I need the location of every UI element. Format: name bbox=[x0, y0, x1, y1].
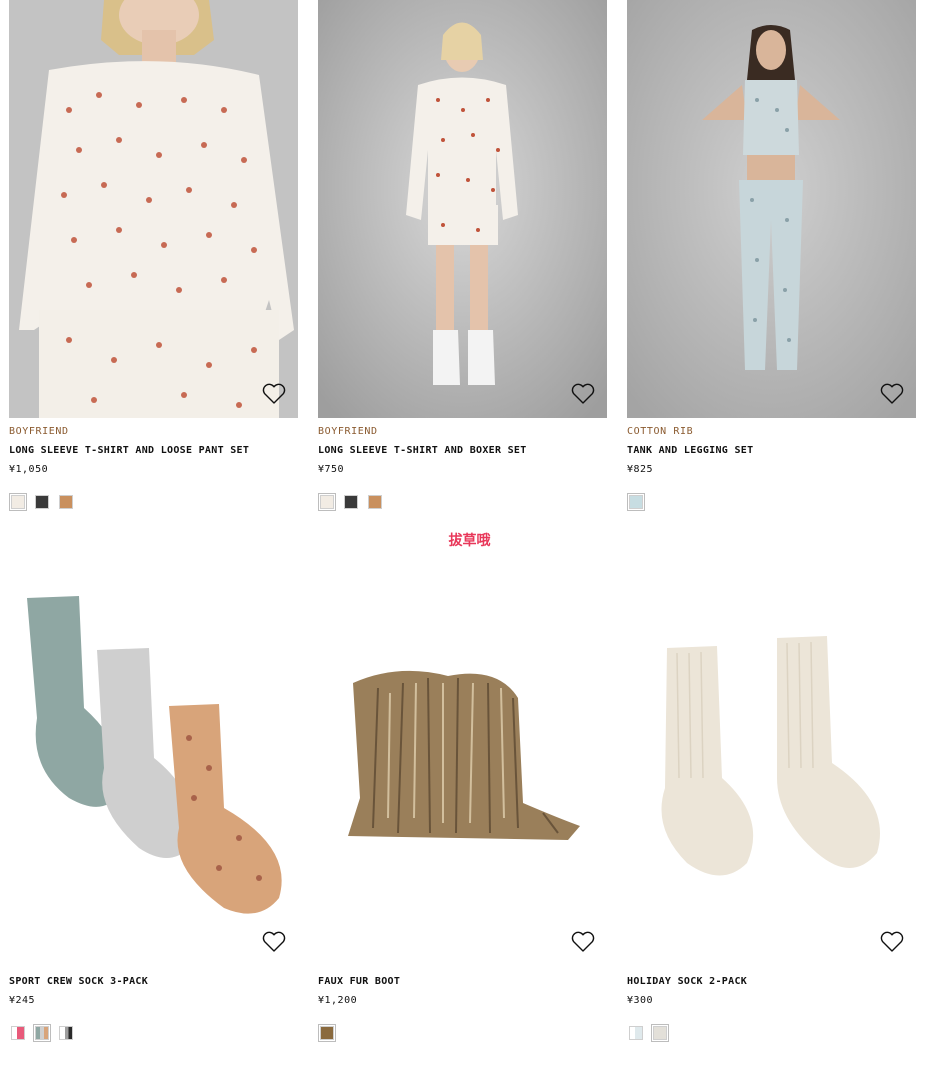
heart-icon[interactable] bbox=[261, 382, 287, 406]
product-image[interactable] bbox=[318, 0, 607, 418]
color-swatches bbox=[11, 1024, 73, 1042]
collection-label: BOYFRIEND bbox=[318, 426, 378, 437]
heart-icon[interactable] bbox=[570, 382, 596, 406]
product-image[interactable] bbox=[627, 548, 916, 966]
heart-icon[interactable] bbox=[879, 930, 905, 954]
color-swatches bbox=[318, 493, 382, 511]
product-title[interactable]: SPORT CREW SOCK 3-PACK bbox=[9, 976, 148, 987]
product-title[interactable]: TANK AND LEGGING SET bbox=[627, 445, 753, 456]
heart-icon[interactable] bbox=[879, 382, 905, 406]
product-title[interactable]: HOLIDAY SOCK 2-PACK bbox=[627, 976, 747, 987]
color-swatch[interactable] bbox=[11, 1026, 25, 1040]
color-swatch[interactable] bbox=[318, 493, 336, 511]
product-title[interactable]: FAUX FUR BOOT bbox=[318, 976, 400, 987]
product-title[interactable]: LONG SLEEVE T-SHIRT AND LOOSE PANT SET bbox=[9, 445, 249, 456]
product-image[interactable] bbox=[9, 0, 298, 418]
product-price: ¥750 bbox=[318, 464, 345, 475]
color-swatch[interactable] bbox=[629, 1026, 643, 1040]
color-swatch[interactable] bbox=[9, 493, 27, 511]
product-image[interactable] bbox=[318, 548, 607, 966]
color-swatches bbox=[627, 493, 645, 511]
collection-label: COTTON RIB bbox=[627, 426, 694, 437]
product-price: ¥300 bbox=[627, 995, 654, 1006]
color-swatches bbox=[318, 1024, 336, 1042]
product-price: ¥1,050 bbox=[9, 464, 49, 475]
color-swatch[interactable] bbox=[627, 493, 645, 511]
color-swatch[interactable] bbox=[33, 1024, 51, 1042]
color-swatch[interactable] bbox=[344, 495, 358, 509]
product-price: ¥1,200 bbox=[318, 995, 358, 1006]
product-image[interactable] bbox=[627, 0, 916, 418]
color-swatch[interactable] bbox=[59, 495, 73, 509]
heart-icon[interactable] bbox=[570, 930, 596, 954]
color-swatches bbox=[9, 493, 73, 511]
product-price: ¥245 bbox=[9, 995, 36, 1006]
heart-icon[interactable] bbox=[261, 930, 287, 954]
collection-label: BOYFRIEND bbox=[9, 426, 69, 437]
color-swatch[interactable] bbox=[651, 1024, 669, 1042]
color-swatches bbox=[629, 1024, 669, 1042]
product-image[interactable] bbox=[9, 548, 298, 966]
color-swatch[interactable] bbox=[35, 495, 49, 509]
color-swatch[interactable] bbox=[368, 495, 382, 509]
watermark: 拔草哦 bbox=[448, 533, 491, 549]
color-swatch[interactable] bbox=[318, 1024, 336, 1042]
product-price: ¥825 bbox=[627, 464, 654, 475]
color-swatch[interactable] bbox=[59, 1026, 73, 1040]
product-title[interactable]: LONG SLEEVE T-SHIRT AND BOXER SET bbox=[318, 445, 527, 456]
